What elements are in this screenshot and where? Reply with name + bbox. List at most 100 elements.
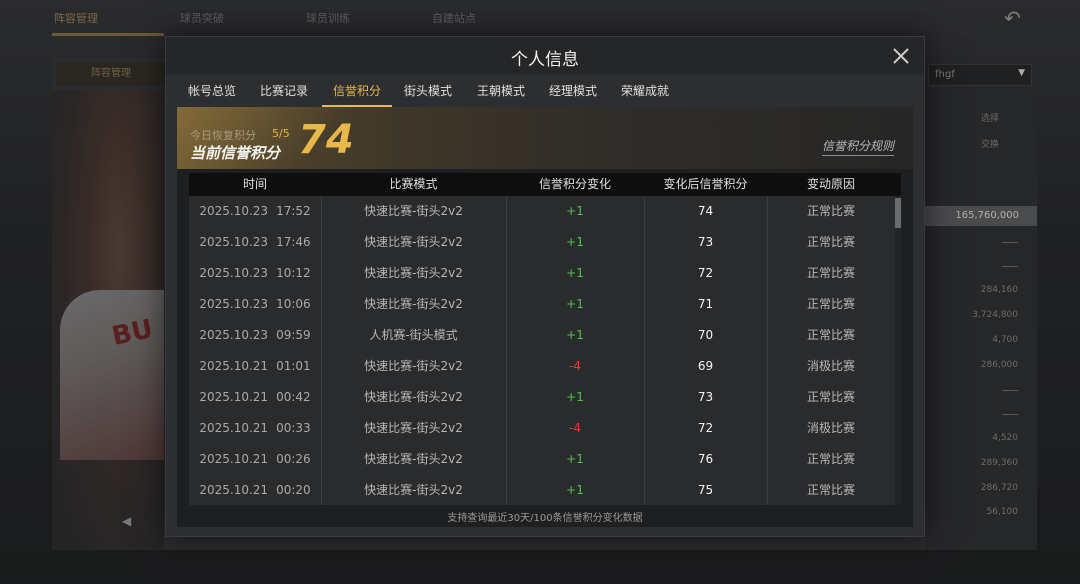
cell-after-score: 71 (697, 297, 714, 311)
col-header-delta: 信誉积分变化 (538, 177, 611, 191)
column-divider (506, 196, 507, 505)
cell-mode: 快速比赛-街头2v2 (364, 483, 463, 497)
cell-after-score: 73 (697, 235, 714, 249)
cell-mode: 快速比赛-街头2v2 (364, 266, 463, 280)
cell-mode: 快速比赛-街头2v2 (364, 421, 463, 435)
current-score-label: 当前信誉积分 (190, 144, 281, 162)
cell-reason: 正常比赛 (806, 328, 855, 342)
bg-swap-button[interactable]: 交换 (960, 134, 1020, 156)
tab-credit-score[interactable]: 信誉积分 (322, 75, 392, 107)
column-divider (767, 196, 768, 505)
cell-date: 2025.10.21 (199, 483, 269, 497)
cell-time: 2025.10.21 00:33 (189, 413, 321, 444)
bg-number: 286,720 (980, 483, 1018, 493)
cell-delta: +1 (566, 328, 584, 342)
tab-match-records[interactable]: 比赛记录 (256, 75, 312, 107)
bg-number: 289,360 (980, 458, 1018, 468)
cell-mode: 快速比赛-街头2v2 (364, 390, 463, 404)
cell-after-score: 72 (697, 266, 714, 280)
cell-delta: +1 (566, 204, 584, 218)
cell-delta: -4 (569, 421, 581, 435)
table-row: 2025.10.21 00:42 快速比赛-街头2v2 +1 73 正常比赛 (189, 382, 895, 413)
cell-date: 2025.10.21 (199, 390, 269, 404)
cell-clock: 00:42 (276, 390, 311, 404)
credit-score-content: 今日恢复积分 5/5 当前信誉积分 74 信誉积分规则 时间 比赛模式 信誉积分… (177, 107, 913, 527)
cell-date: 2025.10.21 (199, 421, 269, 435)
table-scrollbar[interactable] (895, 196, 901, 505)
cell-reason: 消极比赛 (806, 359, 855, 373)
cell-reason: 正常比赛 (806, 266, 855, 280)
tab-account-overview[interactable]: 帐号总览 (184, 75, 240, 107)
table-body[interactable]: 2025.10.23 17:52 快速比赛-街头2v2 +1 74 正常比赛 2025.10… (189, 196, 901, 505)
cell-date: 2025.10.21 (199, 359, 269, 373)
cell-after-score: 73 (697, 390, 714, 404)
close-icon[interactable] (890, 45, 912, 67)
bg-number: 4,700 (992, 335, 1018, 345)
bg-nav-item[interactable]: 球员突破 (180, 10, 224, 26)
col-header-mode: 比赛模式 (389, 177, 438, 191)
bg-nav-item[interactable]: 自建站点 (432, 10, 476, 26)
cell-date: 2025.10.23 (199, 235, 269, 249)
tab-manager-mode[interactable]: 经理模式 (545, 75, 601, 107)
bg-separator (1002, 390, 1018, 391)
bg-sub-tab[interactable]: 阵容管理 (56, 62, 166, 86)
tab-honor-achievements[interactable]: 荣耀成就 (617, 75, 673, 107)
table-row: 2025.10.21 00:20 快速比赛-街头2v2 +1 75 正常比赛 (189, 475, 895, 505)
recover-label: 今日恢复积分 (190, 129, 256, 142)
cell-reason: 正常比赛 (806, 452, 855, 466)
cell-time: 2025.10.21 00:26 (189, 444, 321, 475)
tab-street-mode[interactable]: 街头模式 (400, 75, 456, 107)
cell-reason: 正常比赛 (806, 204, 855, 218)
cell-reason: 正常比赛 (806, 483, 855, 497)
query-limit-note: 支持查询最近30天/100条信誉积分变化数据 (447, 513, 643, 524)
cell-time: 2025.10.23 17:46 (189, 227, 321, 258)
bg-number: 4,520 (992, 433, 1018, 443)
cell-date: 2025.10.23 (199, 328, 269, 342)
score-banner: 今日恢复积分 5/5 当前信誉积分 74 信誉积分规则 (177, 107, 913, 169)
prev-arrow-icon[interactable]: ◀ (122, 514, 131, 528)
bg-nav-item[interactable]: 球员训练 (306, 10, 350, 26)
cell-delta: -4 (569, 359, 581, 373)
cell-after-score: 75 (697, 483, 714, 497)
scrollbar-thumb[interactable] (895, 198, 901, 228)
cell-delta: +1 (566, 235, 584, 249)
cell-time: 2025.10.21 00:42 (189, 382, 321, 413)
recover-count: 5/5 (272, 127, 290, 140)
cell-date: 2025.10.23 (199, 297, 269, 311)
cell-delta: +1 (566, 390, 584, 404)
cell-delta: +1 (566, 483, 584, 497)
background-right-panel (925, 58, 1037, 550)
modal-title: 个人信息 (511, 50, 579, 70)
cell-mode: 快速比赛-街头2v2 (364, 359, 463, 373)
table-row: 2025.10.23 09:59 人机赛-街头模式 +1 70 正常比赛 (189, 320, 895, 351)
background-top-nav: 阵容管理 球员突破 球员训练 自建站点 ↶ (0, 0, 1080, 36)
table-row: 2025.10.23 10:06 快速比赛-街头2v2 +1 71 正常比赛 (189, 289, 895, 320)
cell-delta: +1 (566, 266, 584, 280)
cell-delta: +1 (566, 452, 584, 466)
cell-after-score: 74 (697, 204, 714, 218)
tab-dynasty-mode[interactable]: 王朝模式 (473, 75, 529, 107)
cell-after-score: 69 (697, 359, 714, 373)
bg-separator (1002, 414, 1018, 415)
bg-separator (1002, 242, 1018, 243)
cell-date: 2025.10.21 (199, 452, 269, 466)
cell-mode: 人机赛-街头模式 (369, 328, 458, 342)
table-row: 2025.10.23 17:46 快速比赛-街头2v2 +1 73 正常比赛 (189, 227, 895, 258)
cell-clock: 00:33 (276, 421, 311, 435)
bg-nav-item[interactable]: 阵容管理 (54, 10, 98, 26)
cell-clock: 01:01 (276, 359, 311, 373)
cell-clock: 10:06 (276, 297, 311, 311)
back-icon[interactable]: ↶ (1004, 6, 1038, 30)
bg-dropdown[interactable]: fhgf ▼ (928, 64, 1032, 86)
column-divider (644, 196, 645, 505)
current-score-value: 74 (298, 117, 354, 163)
table-header: 时间 比赛模式 信誉积分变化 变化后信誉积分 变动原因 (189, 173, 901, 196)
bg-number: 284,160 (980, 285, 1018, 295)
bg-select-button[interactable]: 选择 (960, 108, 1020, 130)
credit-rules-link[interactable]: 信誉积分规则 (821, 137, 894, 156)
cell-time: 2025.10.23 17:52 (189, 196, 321, 227)
bg-separator (1002, 266, 1018, 267)
table-row: 2025.10.21 01:01 快速比赛-街头2v2 -4 69 消极比赛 (189, 351, 895, 382)
cell-reason: 正常比赛 (806, 235, 855, 249)
cell-date: 2025.10.23 (199, 266, 269, 280)
